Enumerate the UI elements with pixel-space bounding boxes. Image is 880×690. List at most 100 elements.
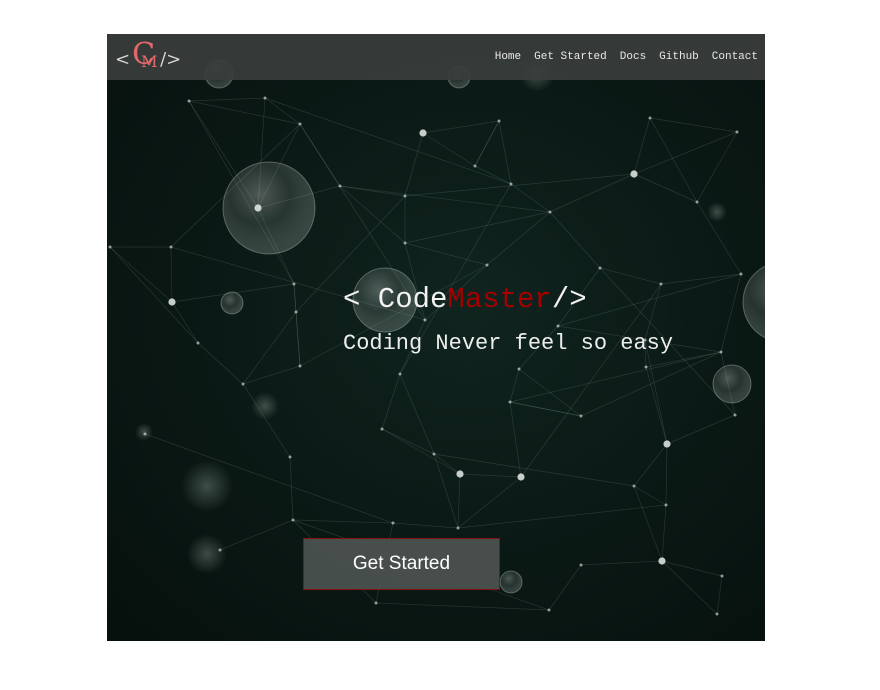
- network-node: [196, 341, 200, 345]
- network-node: [298, 122, 302, 126]
- network-node: [403, 241, 407, 245]
- network-node: [579, 414, 583, 418]
- network-node: [241, 382, 245, 386]
- network-edge: [509, 401, 522, 478]
- network-node: [579, 563, 583, 567]
- network-edge: [375, 602, 550, 611]
- network-edge: [509, 351, 722, 403]
- network-node: [497, 119, 501, 123]
- hero-title-suffix: />: [551, 283, 587, 316]
- network-edge: [665, 443, 668, 506]
- network-edge: [457, 476, 522, 529]
- hero-title: < CodeMaster/>: [343, 283, 587, 316]
- network-node: [517, 367, 521, 371]
- network-edge: [404, 132, 424, 197]
- nav-link-github[interactable]: Github: [659, 51, 699, 63]
- network-edge: [392, 522, 459, 529]
- network-edge: [633, 173, 698, 203]
- network-node: [263, 96, 267, 100]
- bokeh-spot: [135, 423, 153, 441]
- glass-sphere: [742, 265, 765, 339]
- network-node: [644, 365, 648, 369]
- hero-section: < C M /> Home Get Started Docs Github Co…: [107, 34, 765, 641]
- network-edge: [633, 117, 651, 175]
- network-edge: [242, 311, 297, 385]
- bokeh-spot: [187, 534, 227, 574]
- network-node: [632, 484, 636, 488]
- network-edge: [404, 173, 635, 197]
- network-node: [720, 574, 724, 578]
- network-node: [695, 200, 699, 204]
- hero-subtitle: Coding Never feel so easy: [343, 331, 674, 356]
- network-node: [288, 455, 292, 459]
- network-edge: [599, 267, 662, 285]
- nav-link-get-started[interactable]: Get Started: [534, 51, 607, 63]
- network-node: [648, 116, 652, 120]
- network-node: [456, 470, 464, 478]
- network-node: [548, 210, 552, 214]
- network-edge: [422, 132, 476, 167]
- network-node: [739, 272, 743, 276]
- network-edge: [649, 117, 738, 133]
- hero-title-prefix: < Code: [343, 283, 448, 316]
- network-node: [398, 372, 402, 376]
- nav-link-home[interactable]: Home: [495, 51, 521, 63]
- network-edge: [109, 246, 173, 303]
- network-node: [403, 194, 407, 198]
- network-edge: [170, 246, 173, 303]
- network-edge: [457, 504, 667, 529]
- network-edge: [433, 453, 461, 475]
- network-edge: [381, 373, 401, 430]
- nav-link-docs[interactable]: Docs: [620, 51, 646, 63]
- network-edge: [548, 564, 582, 611]
- network-edge: [219, 519, 294, 551]
- network-node: [547, 608, 551, 612]
- network-edge: [474, 120, 500, 167]
- network-edge: [171, 301, 199, 344]
- network-edge: [242, 365, 301, 385]
- network-edge: [433, 453, 459, 529]
- glass-sphere: [220, 291, 244, 315]
- network-edge: [661, 504, 667, 562]
- network-node: [169, 245, 173, 249]
- network-node: [473, 164, 477, 168]
- network-node: [292, 282, 296, 286]
- network-node: [143, 432, 147, 436]
- network-edge: [422, 120, 500, 134]
- logo[interactable]: < C M />: [115, 38, 181, 74]
- network-edge: [549, 173, 635, 213]
- network-node: [659, 282, 663, 286]
- network-edge: [404, 211, 551, 244]
- network-edge: [661, 560, 718, 615]
- network-edge: [580, 560, 663, 566]
- network-edge: [696, 131, 738, 203]
- network-node: [715, 612, 719, 616]
- network-node: [485, 263, 489, 267]
- network-node: [556, 324, 560, 328]
- bokeh-spot: [707, 202, 727, 222]
- network-node: [735, 130, 739, 134]
- network-edge: [633, 443, 668, 487]
- glass-sphere: [712, 364, 752, 404]
- network-node: [254, 204, 262, 212]
- network-edge: [381, 428, 435, 455]
- get-started-button[interactable]: Get Started: [303, 538, 500, 590]
- network-node: [187, 99, 191, 103]
- network-edge: [295, 311, 301, 367]
- network-node: [598, 266, 602, 270]
- logo-monogram: C M: [130, 38, 160, 74]
- network-edge: [720, 273, 742, 353]
- network-node: [509, 182, 513, 186]
- network-edge: [188, 97, 266, 102]
- network-node: [294, 310, 298, 314]
- network-edge: [486, 211, 551, 266]
- network-node: [423, 318, 427, 322]
- nav-link-contact[interactable]: Contact: [712, 51, 758, 63]
- network-edge: [197, 342, 244, 385]
- network-edge: [474, 165, 512, 185]
- network-node: [298, 364, 302, 368]
- network-node: [108, 245, 112, 249]
- network-edge: [580, 351, 722, 417]
- network-edge: [633, 485, 663, 562]
- network-node: [630, 170, 638, 178]
